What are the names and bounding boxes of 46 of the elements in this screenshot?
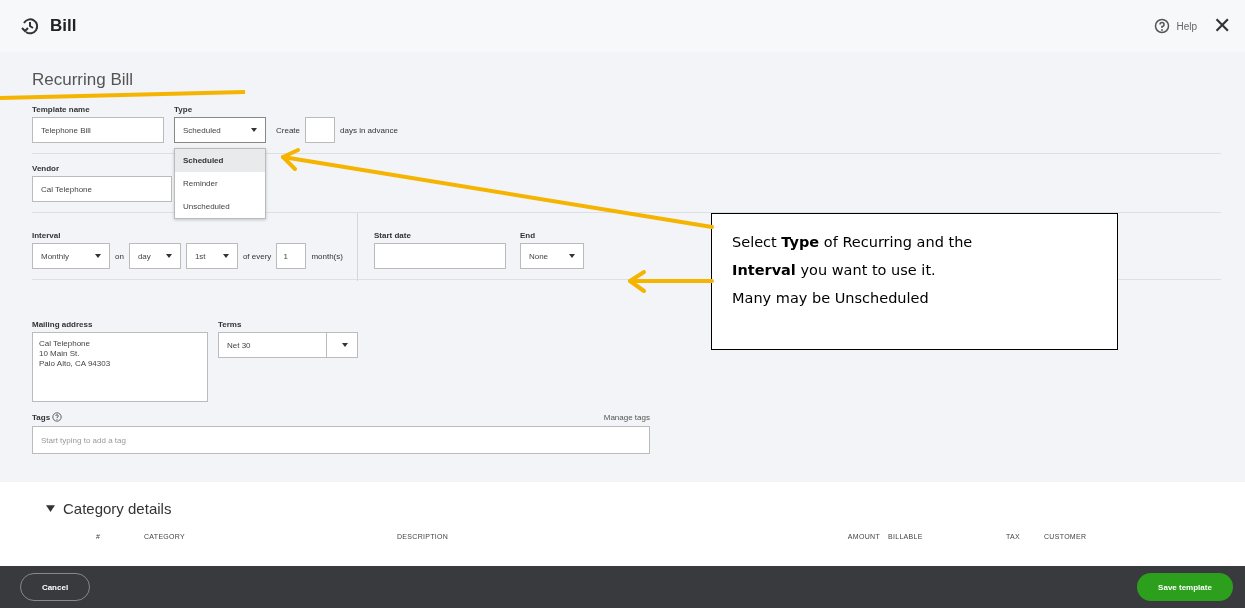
- unit-dropdown[interactable]: day: [128, 243, 181, 269]
- help-icon[interactable]: [1154, 18, 1171, 34]
- template-name-field[interactable]: Telephone Bill: [32, 117, 164, 143]
- callout-box: Select Type of Recurring and the Interval you want to use it. Many may be Unscheduled: [711, 213, 1118, 350]
- days-field[interactable]: [305, 117, 335, 143]
- end-dropdown[interactable]: None: [519, 243, 584, 269]
- page-title: Bill: [50, 16, 77, 36]
- dropdown-option[interactable]: Unscheduled: [175, 195, 265, 218]
- collapse-icon[interactable]: [46, 505, 55, 512]
- field-text: of every: [242, 251, 272, 261]
- caret-icon: [342, 343, 348, 347]
- frequency-dropdown[interactable]: Monthly: [32, 243, 110, 269]
- field-label: Terms: [218, 320, 243, 329]
- field-label: Interval: [32, 231, 62, 240]
- recurring-icon: [20, 16, 40, 36]
- field-label: Tags: [32, 412, 51, 422]
- caret-icon: [568, 254, 575, 258]
- start-date-field[interactable]: [373, 243, 506, 269]
- field-text: month(s): [311, 251, 343, 261]
- field-text: on: [115, 251, 124, 261]
- help-icon[interactable]: [52, 412, 63, 422]
- vendor-field[interactable]: Cal Telephone: [32, 176, 172, 202]
- field-label: End: [519, 231, 537, 240]
- caret-icon: [222, 254, 229, 258]
- ordinal-dropdown[interactable]: 1st: [185, 243, 238, 269]
- dropdown-option[interactable]: Scheduled: [175, 149, 265, 172]
- field-label: Vendor: [32, 164, 61, 173]
- help-link[interactable]: Help: [1176, 20, 1197, 32]
- form-title: Recurring Bill: [32, 70, 135, 90]
- type-dropdown[interactable]: Scheduled: [174, 117, 266, 143]
- caret-icon: [251, 128, 257, 132]
- field-text: days in advance: [340, 125, 398, 135]
- section-title[interactable]: Category details: [63, 500, 172, 517]
- manage-tags-link[interactable]: Manage tags: [603, 412, 650, 422]
- field-label: Template name: [32, 105, 91, 114]
- field-text: Create: [276, 125, 300, 135]
- count-field[interactable]: 1: [276, 243, 307, 269]
- close-button[interactable]: ✕: [1213, 13, 1231, 39]
- caret-icon: [95, 254, 101, 258]
- field-label: Mailing address: [32, 320, 94, 329]
- terms-dropdown[interactable]: Net 30: [218, 332, 358, 358]
- field-label: Start date: [373, 231, 412, 240]
- dropdown-option[interactable]: Reminder: [175, 172, 265, 195]
- mailing-address-field[interactable]: Cal Telephone 10 Main St. Palo Alto, CA 94303: [32, 332, 208, 402]
- caret-icon: [165, 254, 172, 258]
- field-label: Type: [174, 105, 194, 114]
